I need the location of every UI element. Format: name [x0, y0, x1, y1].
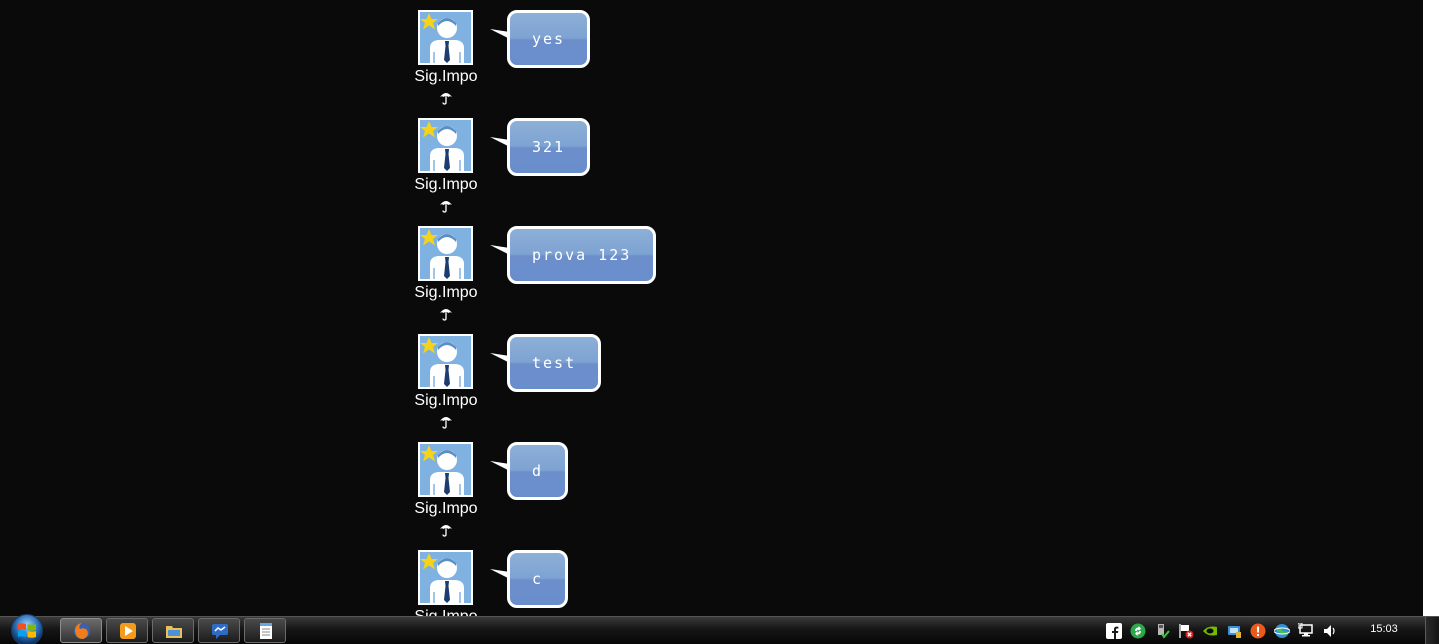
vertical-scrollbar[interactable] [1423, 0, 1439, 616]
taskbar: 15:03 [0, 613, 1439, 644]
message-bubble: c [507, 550, 569, 608]
message-bubble: d [507, 442, 569, 500]
usb-safe-remove-icon[interactable] [1154, 623, 1170, 639]
taskbar-notepad-button[interactable] [244, 618, 286, 643]
chat-message: Sig.Impo prova 123 [405, 217, 705, 325]
media-player-icon [120, 623, 136, 639]
avatar[interactable] [418, 226, 473, 281]
firefox-icon [74, 623, 90, 639]
username[interactable]: Sig.Impo [405, 608, 487, 616]
start-button[interactable] [8, 613, 46, 644]
umbrella-icon [438, 413, 454, 429]
chat-message: Sig.Impo test [405, 325, 705, 433]
username[interactable]: Sig.Impo [405, 392, 487, 410]
username[interactable]: Sig.Impo [405, 500, 487, 518]
show-desktop-button[interactable] [1425, 617, 1439, 644]
chat-message: Sig.Impo yes [405, 1, 705, 109]
network-monitor-icon[interactable] [1297, 622, 1314, 639]
username[interactable]: Sig.Impo [405, 284, 487, 302]
umbrella-icon [438, 197, 454, 213]
messenger-icon [212, 624, 228, 639]
umbrella-icon [438, 521, 454, 537]
file-explorer-icon [166, 626, 182, 638]
message-bubble: yes [507, 10, 591, 68]
alert-icon[interactable] [1250, 623, 1266, 639]
update-icon[interactable] [1130, 623, 1146, 639]
clock[interactable]: 15:03 [1362, 623, 1406, 635]
avatar[interactable] [418, 550, 473, 605]
avatar[interactable] [418, 118, 473, 173]
username[interactable]: Sig.Impo [405, 68, 487, 86]
nvidia-icon[interactable] [1202, 623, 1218, 639]
taskbar-file-explorer-button[interactable] [152, 618, 194, 643]
taskbar-media-player-button[interactable] [106, 618, 148, 643]
device-icon[interactable] [1226, 623, 1242, 639]
network-globe-icon[interactable] [1273, 623, 1291, 639]
umbrella-icon [438, 89, 454, 105]
message-bubble: prova 123 [507, 226, 657, 284]
taskbar-firefox-button[interactable] [60, 618, 102, 643]
avatar[interactable] [418, 334, 473, 389]
chat-message: Sig.Impo d [405, 433, 705, 541]
chat-message: Sig.Impo c [405, 541, 705, 616]
screen: Sig.Impo yes Sig.Impo 321 Sig.Impo prova… [0, 0, 1439, 644]
message-bubble: test [507, 334, 602, 392]
windows-orb-icon [11, 614, 43, 644]
chat-area[interactable]: Sig.Impo yes Sig.Impo 321 Sig.Impo prova… [0, 0, 1423, 616]
chat-message: Sig.Impo 321 [405, 109, 705, 217]
action-center-flag-icon[interactable] [1178, 623, 1194, 639]
avatar[interactable] [418, 10, 473, 65]
username[interactable]: Sig.Impo [405, 176, 487, 194]
taskbar-messenger-button[interactable] [198, 618, 240, 643]
volume-icon[interactable] [1322, 623, 1338, 639]
avatar[interactable] [418, 442, 473, 497]
umbrella-icon [438, 305, 454, 321]
message-bubble: 321 [507, 118, 591, 176]
facebook-icon[interactable] [1106, 623, 1122, 639]
notepad-icon [260, 623, 272, 639]
